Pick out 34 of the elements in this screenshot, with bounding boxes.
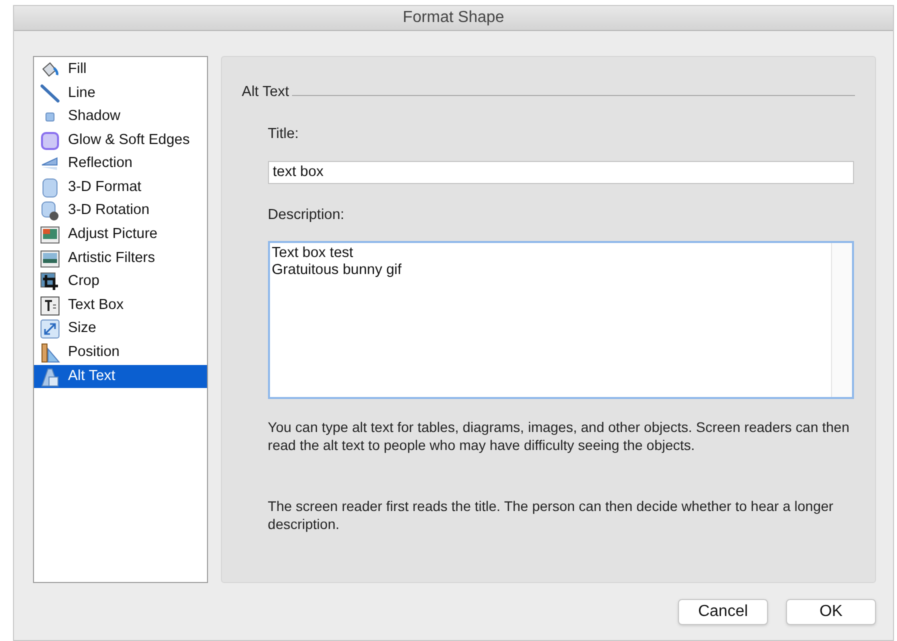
help-text: You can type alt text for tables, diagrams, images, and other objects. Screen readers can then read the alt text to people who may have difficulty seeing the objects. [268,418,850,454]
picture-icon [40,224,60,245]
category-item[interactable]: Adjust Picture [34,223,207,247]
rounded-cube-icon [40,178,60,198]
crop-icon [40,272,60,292]
category-item[interactable]: Fill [34,58,207,82]
category-item[interactable]: Reflection [34,152,207,176]
category-item[interactable]: Glow & Soft Edges [34,128,207,152]
picture-icon [40,248,60,269]
category-item[interactable]: Crop [34,270,207,294]
rotation-cube-icon [40,201,60,222]
field-label: Title: [268,124,299,144]
line-icon [40,83,60,104]
glow-square-icon [40,130,60,151]
cancel-button[interactable]: Cancel [678,599,768,625]
category-item[interactable]: 3-D Format [34,176,207,200]
category-item[interactable]: Size [34,318,207,342]
section-heading: Alt Text [242,83,290,102]
category-item[interactable]: Position [34,341,207,365]
description-field[interactable]: Text box test Gratuitous bunny gif [268,240,854,399]
category-item[interactable]: Alt Text [34,364,207,388]
category-item[interactable]: Line [34,82,207,106]
ok-button[interactable]: OK [786,599,876,625]
help-text: The screen reader first reads the title. The person can then decide whether to hear a longer description. [268,496,834,533]
category-item[interactable]: Artistic Filters [34,246,207,270]
window-title: Format Shape [402,8,504,28]
field-label: Description: [268,206,344,225]
alt-text-icon [40,366,60,387]
title-field[interactable]: text box [268,160,854,184]
category-item[interactable]: Shadow [34,105,207,129]
text-box-icon [40,296,60,316]
ruler-triangle-icon [40,342,60,363]
category-item[interactable]: 3-D Rotation [34,200,207,224]
category-item[interactable]: Text Box [34,294,207,318]
